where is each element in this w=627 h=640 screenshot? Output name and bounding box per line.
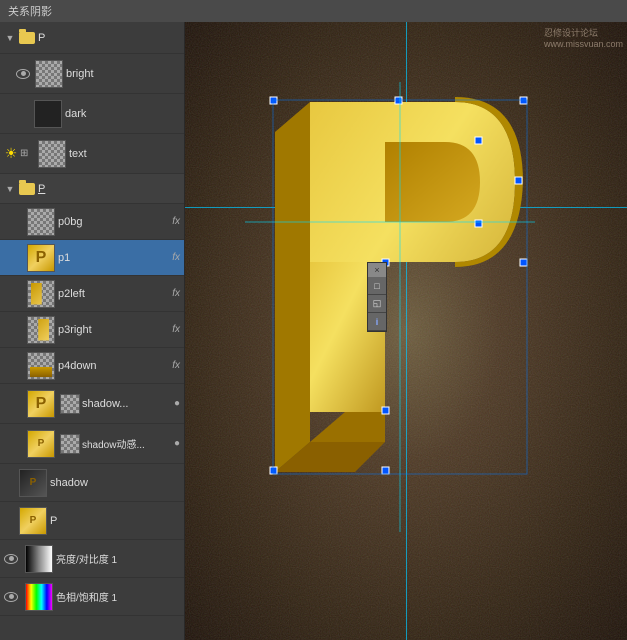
- watermark: 忍修设计论坛 www.missvuan.com: [544, 26, 623, 49]
- layer-label-p2left: p2left: [58, 288, 170, 300]
- float-close-button[interactable]: ×: [368, 263, 386, 277]
- watermark-line2: www.missvuan.com: [544, 39, 623, 49]
- layer-thumb-shadow-motion: P: [27, 430, 55, 458]
- subfolder-icon: [19, 183, 35, 195]
- subfolder-label: P: [38, 183, 180, 195]
- layer-label-text: text: [69, 148, 180, 160]
- panel-title: 关系阴影: [8, 3, 52, 19]
- layer-thumb-brightness: [25, 545, 53, 573]
- layer-thumb-hue: [25, 583, 53, 611]
- layer-thumb-bright: [35, 60, 63, 88]
- layer-thumb-p2left: [27, 280, 55, 308]
- eye-icon-hue[interactable]: [4, 592, 18, 602]
- layer-label-p3right: p3right: [58, 324, 170, 336]
- layer-label-shadow: shadow: [50, 477, 180, 489]
- layer-label-dark: dark: [65, 108, 180, 120]
- layer-item-hue[interactable]: 色相/饱和度 1: [0, 578, 184, 616]
- layer-thumb-p4down: [27, 352, 55, 380]
- main-layout: ▼ P bright dark ☀ ⊞ text: [0, 22, 627, 640]
- layer-item-brightness[interactable]: 亮度/对比度 1: [0, 540, 184, 578]
- folder-icon: [19, 32, 35, 44]
- float-btn-1[interactable]: □: [368, 277, 386, 295]
- layer-label-p1: p1: [58, 252, 170, 264]
- letter-p-3d: [245, 82, 535, 532]
- eye-icon[interactable]: [16, 69, 30, 79]
- layer-item-p4down[interactable]: p4down fx: [0, 348, 184, 384]
- link-icon: ⊞: [20, 148, 34, 159]
- layer-label-p0bg: p0bg: [58, 216, 170, 228]
- layer-label-bright: bright: [66, 68, 180, 80]
- layer-thumb-shadow-motion2: [60, 434, 80, 454]
- layers-panel: ▼ P bright dark ☀ ⊞ text: [0, 22, 185, 640]
- layer-label-brightness: 亮度/对比度 1: [56, 551, 180, 566]
- layer-thumb-dark: [34, 100, 62, 128]
- canvas-background: 忍修设计论坛 www.missvuan.com: [185, 22, 627, 640]
- fx-icon-p2left: fx: [172, 288, 180, 299]
- float-toolbar: × □ ◱ i: [367, 262, 387, 332]
- layer-item-shadow[interactable]: P shadow: [0, 464, 184, 502]
- layer-item-p1[interactable]: P p1 fx: [0, 240, 184, 276]
- fx-icon-p0bg: fx: [172, 216, 180, 227]
- top-bar: 关系阴影: [0, 0, 627, 22]
- layer-label-P: P: [50, 515, 180, 527]
- layer-thumb-p0bg: [27, 208, 55, 236]
- layer-item-P-top[interactable]: ▼ P: [0, 22, 184, 54]
- layer-thumb-shadow-dot2: [60, 394, 80, 414]
- layer-thumb-P: P: [19, 507, 47, 535]
- layer-thumb-p3right: [27, 316, 55, 344]
- fx-icon-p3right: fx: [172, 324, 180, 335]
- layer-item-dark[interactable]: dark: [0, 94, 184, 134]
- subfolder-arrow: ▼: [4, 183, 16, 195]
- float-info-btn[interactable]: i: [368, 313, 386, 331]
- layer-item-shadow-dot[interactable]: P shadow... ●: [0, 384, 184, 424]
- float-btn-2[interactable]: ◱: [368, 295, 386, 313]
- layer-thumb-text: [38, 140, 66, 168]
- fx-icon-p4down: fx: [172, 360, 180, 371]
- layer-label-shadow-dot: shadow...: [82, 398, 172, 410]
- layer-thumb-shadow-dot: P: [27, 390, 55, 418]
- layer-thumb-p1: P: [27, 244, 55, 272]
- layer-label-p4down: p4down: [58, 360, 170, 372]
- layer-label-hue: 色相/饱和度 1: [56, 589, 180, 604]
- layer-item-p2left[interactable]: p2left fx: [0, 276, 184, 312]
- layer-item-p-subfolder[interactable]: ▼ P: [0, 174, 184, 204]
- eye-icon-brightness[interactable]: [4, 554, 18, 564]
- layer-item-text[interactable]: ☀ ⊞ text: [0, 134, 184, 174]
- dot-indicator2: ●: [174, 438, 180, 449]
- sun-icon: ☀: [4, 147, 18, 161]
- layer-item-p0bg[interactable]: p0bg fx: [0, 204, 184, 240]
- layer-label-shadow-motion: shadow动感...: [82, 436, 174, 451]
- fx-icon-p1: fx: [172, 252, 180, 263]
- arrow-icon: ▼: [4, 32, 16, 44]
- layer-thumb-shadow: P: [19, 469, 47, 497]
- watermark-line1: 忍修设计论坛: [544, 26, 623, 39]
- canvas-area: 忍修设计论坛 www.missvuan.com: [185, 22, 627, 640]
- dot-indicator: ●: [174, 398, 180, 409]
- layer-item-p3right[interactable]: p3right fx: [0, 312, 184, 348]
- layer-item-bright[interactable]: bright: [0, 54, 184, 94]
- layer-item-shadow-motion[interactable]: P shadow动感... ●: [0, 424, 184, 464]
- layer-item-P-layer[interactable]: P P: [0, 502, 184, 540]
- layer-label: P: [38, 32, 180, 44]
